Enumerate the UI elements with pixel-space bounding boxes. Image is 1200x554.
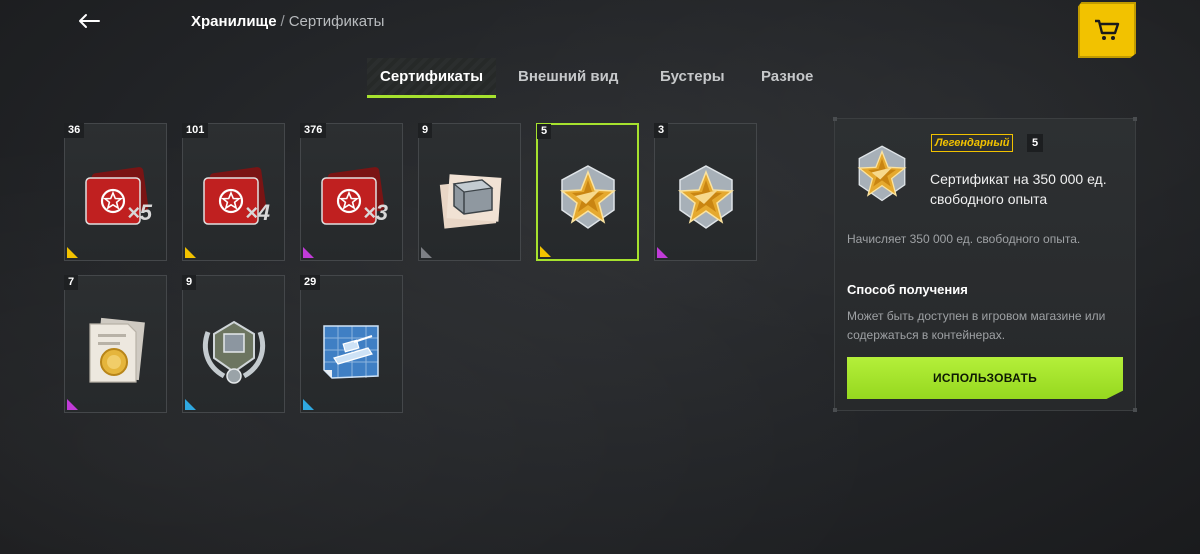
item-card[interactable]: 101 ×4	[182, 123, 285, 261]
shopping-cart-icon	[1095, 19, 1120, 40]
item-card[interactable]: 9	[418, 123, 521, 261]
use-button[interactable]: ИСПОЛЬЗОВАТЬ	[847, 357, 1123, 399]
rarity-corner	[67, 247, 78, 258]
quantity-badge: 5	[1027, 134, 1044, 152]
item-count: 7	[64, 275, 79, 290]
item-count: 376	[300, 123, 327, 138]
container-blueprint-icon	[430, 160, 510, 240]
rarity-corner	[540, 246, 551, 257]
tank-blueprint-icon	[312, 312, 392, 392]
howto-text: Может быть доступен в игровом магазине и…	[847, 309, 1106, 342]
rarity-badge: Легендарный	[931, 134, 1014, 152]
item-detail-panel: Легендарный 5 Сертификат на 350 000 ед. …	[833, 117, 1137, 412]
coin-document-icon	[76, 312, 156, 392]
tab-certificates[interactable]: Сертификаты	[367, 58, 497, 98]
panel-corner-nub	[1133, 117, 1137, 121]
item-card[interactable]: 376 ×3	[300, 123, 403, 261]
item-count: 29	[300, 275, 321, 290]
item-card[interactable]: 29	[300, 275, 403, 413]
item-card[interactable]: 36 ×5	[64, 123, 167, 261]
item-count: 5	[537, 124, 552, 139]
gold-star-medal-icon	[847, 141, 917, 211]
rarity-corner	[185, 399, 196, 410]
arrow-left-icon	[79, 14, 100, 28]
multiplier-label: ×3	[362, 200, 388, 225]
laurel-emblem-icon	[194, 312, 274, 392]
panel-corner-nub	[833, 408, 837, 412]
multiplier-label: ×5	[126, 200, 152, 225]
back-button[interactable]	[72, 8, 106, 34]
item-card-selected[interactable]: 5	[536, 123, 639, 261]
category-tabs: Сертификаты Внешний вид Бустеры Разное	[0, 58, 1200, 98]
item-card[interactable]: 7	[64, 275, 167, 413]
gold-star-medal-icon	[548, 160, 628, 240]
rarity-corner	[185, 247, 196, 258]
rarity-corner	[421, 247, 432, 258]
howto-heading: Способ получения	[847, 282, 968, 297]
rarity-corner	[303, 399, 314, 410]
gold-star-medal-icon	[666, 160, 746, 240]
item-count: 36	[64, 123, 85, 138]
item-count: 9	[418, 123, 433, 138]
tab-boosters[interactable]: Бустеры	[660, 58, 725, 96]
shop-button[interactable]	[1078, 2, 1136, 58]
item-count: 101	[182, 123, 209, 138]
breadcrumb-separator: /	[280, 13, 285, 30]
item-count: 3	[654, 123, 669, 138]
panel-corner-nub	[833, 117, 837, 121]
item-card[interactable]: 3	[654, 123, 757, 261]
breadcrumb: Хранилище / Сертификаты	[191, 13, 384, 30]
panel-corner-nub	[1133, 408, 1137, 412]
item-title: Сертификат на 350 000 ед. свободного опы…	[930, 171, 1107, 207]
item-count: 9	[182, 275, 197, 290]
rarity-corner	[657, 247, 668, 258]
breadcrumb-current: Сертификаты	[288, 13, 385, 30]
item-description: Начисляет 350 000 ед. свободного опыта.	[847, 232, 1081, 246]
item-card[interactable]: 9	[182, 275, 285, 413]
multiplier-label: ×4	[244, 200, 270, 225]
rarity-corner	[67, 399, 78, 410]
tab-misc[interactable]: Разное	[761, 58, 813, 96]
breadcrumb-root[interactable]: Хранилище	[191, 13, 277, 30]
tab-appearance[interactable]: Внешний вид	[518, 58, 618, 96]
rarity-corner	[303, 247, 314, 258]
